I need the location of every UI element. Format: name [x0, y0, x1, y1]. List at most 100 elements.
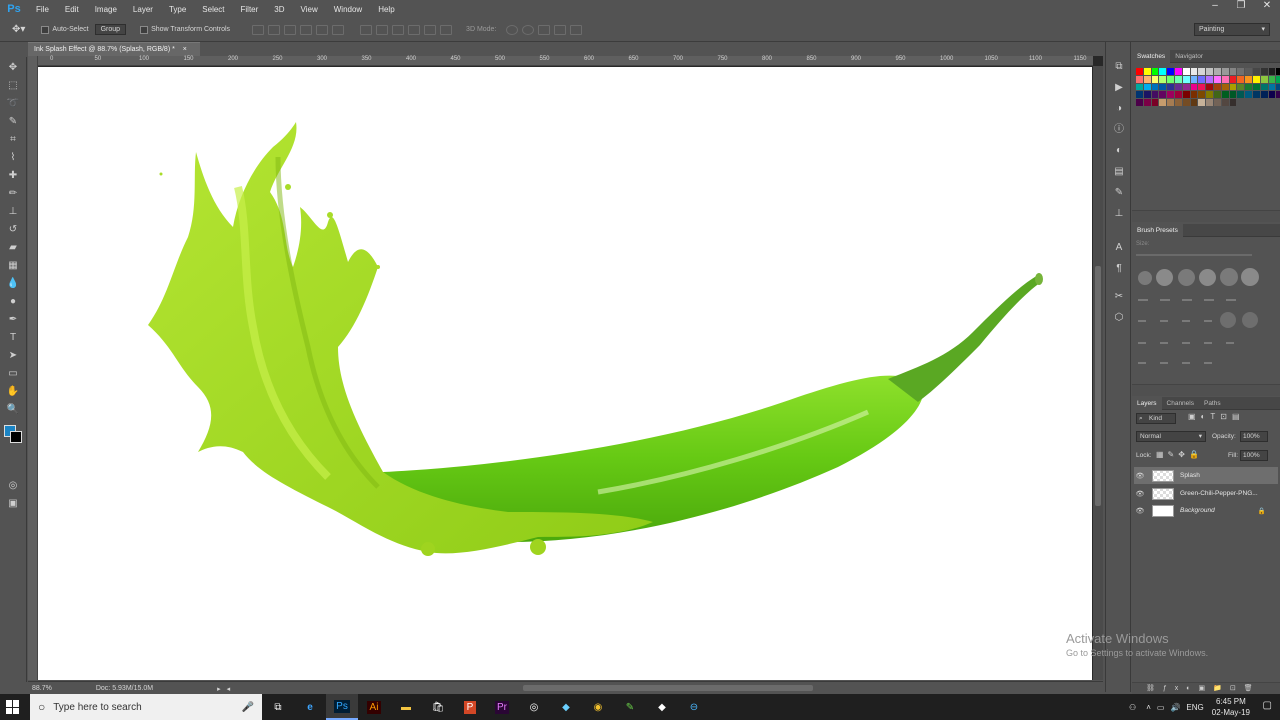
- 3d-rotate-icon[interactable]: [506, 24, 519, 35]
- color-swatch[interactable]: [1237, 91, 1245, 99]
- blur-tool-icon[interactable]: 💧: [3, 275, 23, 291]
- adjustments-icon[interactable]: ◑: [1112, 102, 1126, 116]
- menu-3d[interactable]: 3D: [266, 5, 292, 14]
- group-dropdown[interactable]: Group: [94, 24, 127, 35]
- distribute-left-icon[interactable]: [408, 24, 421, 35]
- app-icon[interactable]: ◆: [646, 694, 678, 720]
- color-swatch[interactable]: [1221, 75, 1229, 83]
- blend-mode-dropdown[interactable]: Normal ▾: [1136, 431, 1206, 442]
- distribute-hcenter-icon[interactable]: [424, 24, 437, 35]
- close-button[interactable]: ✕: [1254, 0, 1280, 14]
- restore-button[interactable]: ❐: [1228, 0, 1254, 14]
- tab-navigator[interactable]: Navigator: [1170, 50, 1208, 63]
- color-swatch[interactable]: [1143, 83, 1151, 91]
- color-swatch[interactable]: [1182, 91, 1190, 99]
- app-icon[interactable]: ◎: [518, 694, 550, 720]
- color-swatch[interactable]: [1136, 91, 1143, 99]
- color-swatch[interactable]: [1136, 68, 1143, 75]
- lasso-tool-icon[interactable]: ➰: [3, 95, 23, 111]
- layer-row-background[interactable]: 👁 Background 🔒: [1134, 502, 1278, 519]
- marquee-tool-icon[interactable]: ⬚: [3, 77, 23, 93]
- color-swatch[interactable]: [1198, 83, 1206, 91]
- volume-icon[interactable]: 🔊: [1170, 703, 1180, 712]
- color-swatch[interactable]: [1206, 99, 1213, 106]
- 3d-drag-icon[interactable]: [538, 24, 551, 35]
- brush-preset[interactable]: [1242, 312, 1258, 328]
- color-swatch[interactable]: [1159, 91, 1167, 99]
- notifications-icon[interactable]: ▢: [1263, 700, 1272, 711]
- zoom-tool-icon[interactable]: 🔍: [3, 401, 23, 417]
- brush-preset[interactable]: [1138, 320, 1146, 322]
- color-swatch[interactable]: [1143, 99, 1151, 106]
- 3d-slide-icon[interactable]: [554, 24, 567, 35]
- color-swatch[interactable]: [1221, 91, 1229, 99]
- menu-select[interactable]: Select: [194, 5, 232, 14]
- brush-preset[interactable]: [1182, 362, 1190, 364]
- color-swatch[interactable]: [1151, 68, 1159, 75]
- color-swatch[interactable]: [1268, 75, 1276, 83]
- app-icon[interactable]: ◆: [550, 694, 582, 720]
- tab-brush-presets[interactable]: Brush Presets: [1132, 223, 1183, 237]
- color-swatch[interactable]: [1229, 75, 1237, 83]
- distribute-right-icon[interactable]: [440, 24, 453, 35]
- color-swatch[interactable]: [1182, 68, 1190, 75]
- color-swatch[interactable]: [1245, 91, 1252, 99]
- history-brush-tool-icon[interactable]: ↺: [3, 221, 23, 237]
- color-swatch[interactable]: [1190, 68, 1198, 75]
- color-swatch[interactable]: [1174, 99, 1182, 106]
- color-swatch[interactable]: [1167, 75, 1174, 83]
- clone-stamp-tool-icon[interactable]: ⊥: [3, 203, 23, 219]
- hand-tool-icon[interactable]: ✋: [3, 383, 23, 399]
- color-swatch[interactable]: [1237, 68, 1245, 75]
- color-swatch[interactable]: [1151, 83, 1159, 91]
- distribute-vcenter-icon[interactable]: [376, 24, 389, 35]
- brush-preset[interactable]: [1220, 268, 1238, 286]
- clock[interactable]: 6:45 PM 02-May-19: [1212, 696, 1250, 718]
- brush-preset[interactable]: [1138, 299, 1148, 301]
- network-icon[interactable]: ▭: [1157, 703, 1165, 712]
- eraser-tool-icon[interactable]: ▰: [3, 239, 23, 255]
- move-tool-icon[interactable]: ✥: [3, 59, 23, 75]
- color-swatch[interactable]: [1151, 99, 1159, 106]
- color-swatch[interactable]: [1213, 75, 1221, 83]
- brush-preset[interactable]: [1138, 342, 1146, 344]
- color-swatch[interactable]: [1174, 91, 1182, 99]
- brush-preset[interactable]: [1178, 269, 1195, 286]
- color-swatch[interactable]: [1260, 68, 1268, 75]
- color-swatch[interactable]: [1167, 99, 1174, 106]
- color-icon[interactable]: ◐: [1112, 144, 1126, 158]
- color-swatch[interactable]: [1276, 83, 1280, 91]
- color-swatch[interactable]: [1245, 83, 1252, 91]
- status-menu-icon[interactable]: ▸: [217, 685, 221, 693]
- tab-layers[interactable]: Layers: [1132, 396, 1162, 410]
- workspace-dropdown[interactable]: Painting ▾: [1194, 23, 1270, 36]
- brush-preset[interactable]: [1204, 342, 1212, 344]
- color-swatch[interactable]: [1182, 99, 1190, 106]
- history-icon[interactable]: ⧉: [1112, 60, 1126, 74]
- color-swatch[interactable]: [1260, 83, 1268, 91]
- info-icon[interactable]: ⓘ: [1112, 123, 1126, 137]
- color-swatch[interactable]: [1151, 75, 1159, 83]
- taskbar-search-box[interactable]: ○ Type here to search 🎤: [30, 694, 262, 720]
- brush-preset[interactable]: [1226, 342, 1234, 344]
- background-color-swatch[interactable]: [10, 431, 22, 443]
- color-swatch[interactable]: [1252, 68, 1260, 75]
- photoshop-taskbar-icon[interactable]: Ps: [326, 694, 358, 720]
- type-tool-icon[interactable]: T: [3, 329, 23, 345]
- color-swatch[interactable]: [1206, 68, 1213, 75]
- file-explorer-icon[interactable]: ▬: [390, 694, 422, 720]
- document-tab[interactable]: Ink Splash Effect @ 88.7% (Splash, RGB/8…: [28, 42, 200, 56]
- tab-channels[interactable]: Channels: [1162, 397, 1199, 410]
- brush-size-slider[interactable]: [1136, 254, 1252, 256]
- color-swatch[interactable]: [1268, 68, 1276, 75]
- color-swatch[interactable]: [1229, 91, 1237, 99]
- brush-preset[interactable]: [1160, 299, 1170, 301]
- color-swatch[interactable]: [1190, 83, 1198, 91]
- menu-file[interactable]: File: [28, 5, 57, 14]
- color-swatch[interactable]: [1159, 68, 1167, 75]
- minimize-button[interactable]: –: [1202, 0, 1228, 14]
- color-swatch[interactable]: [1198, 68, 1206, 75]
- layer-filter-dropdown[interactable]: ⌕ Kind: [1136, 413, 1176, 424]
- distribute-top-icon[interactable]: [360, 24, 373, 35]
- color-swatch[interactable]: [1245, 75, 1252, 83]
